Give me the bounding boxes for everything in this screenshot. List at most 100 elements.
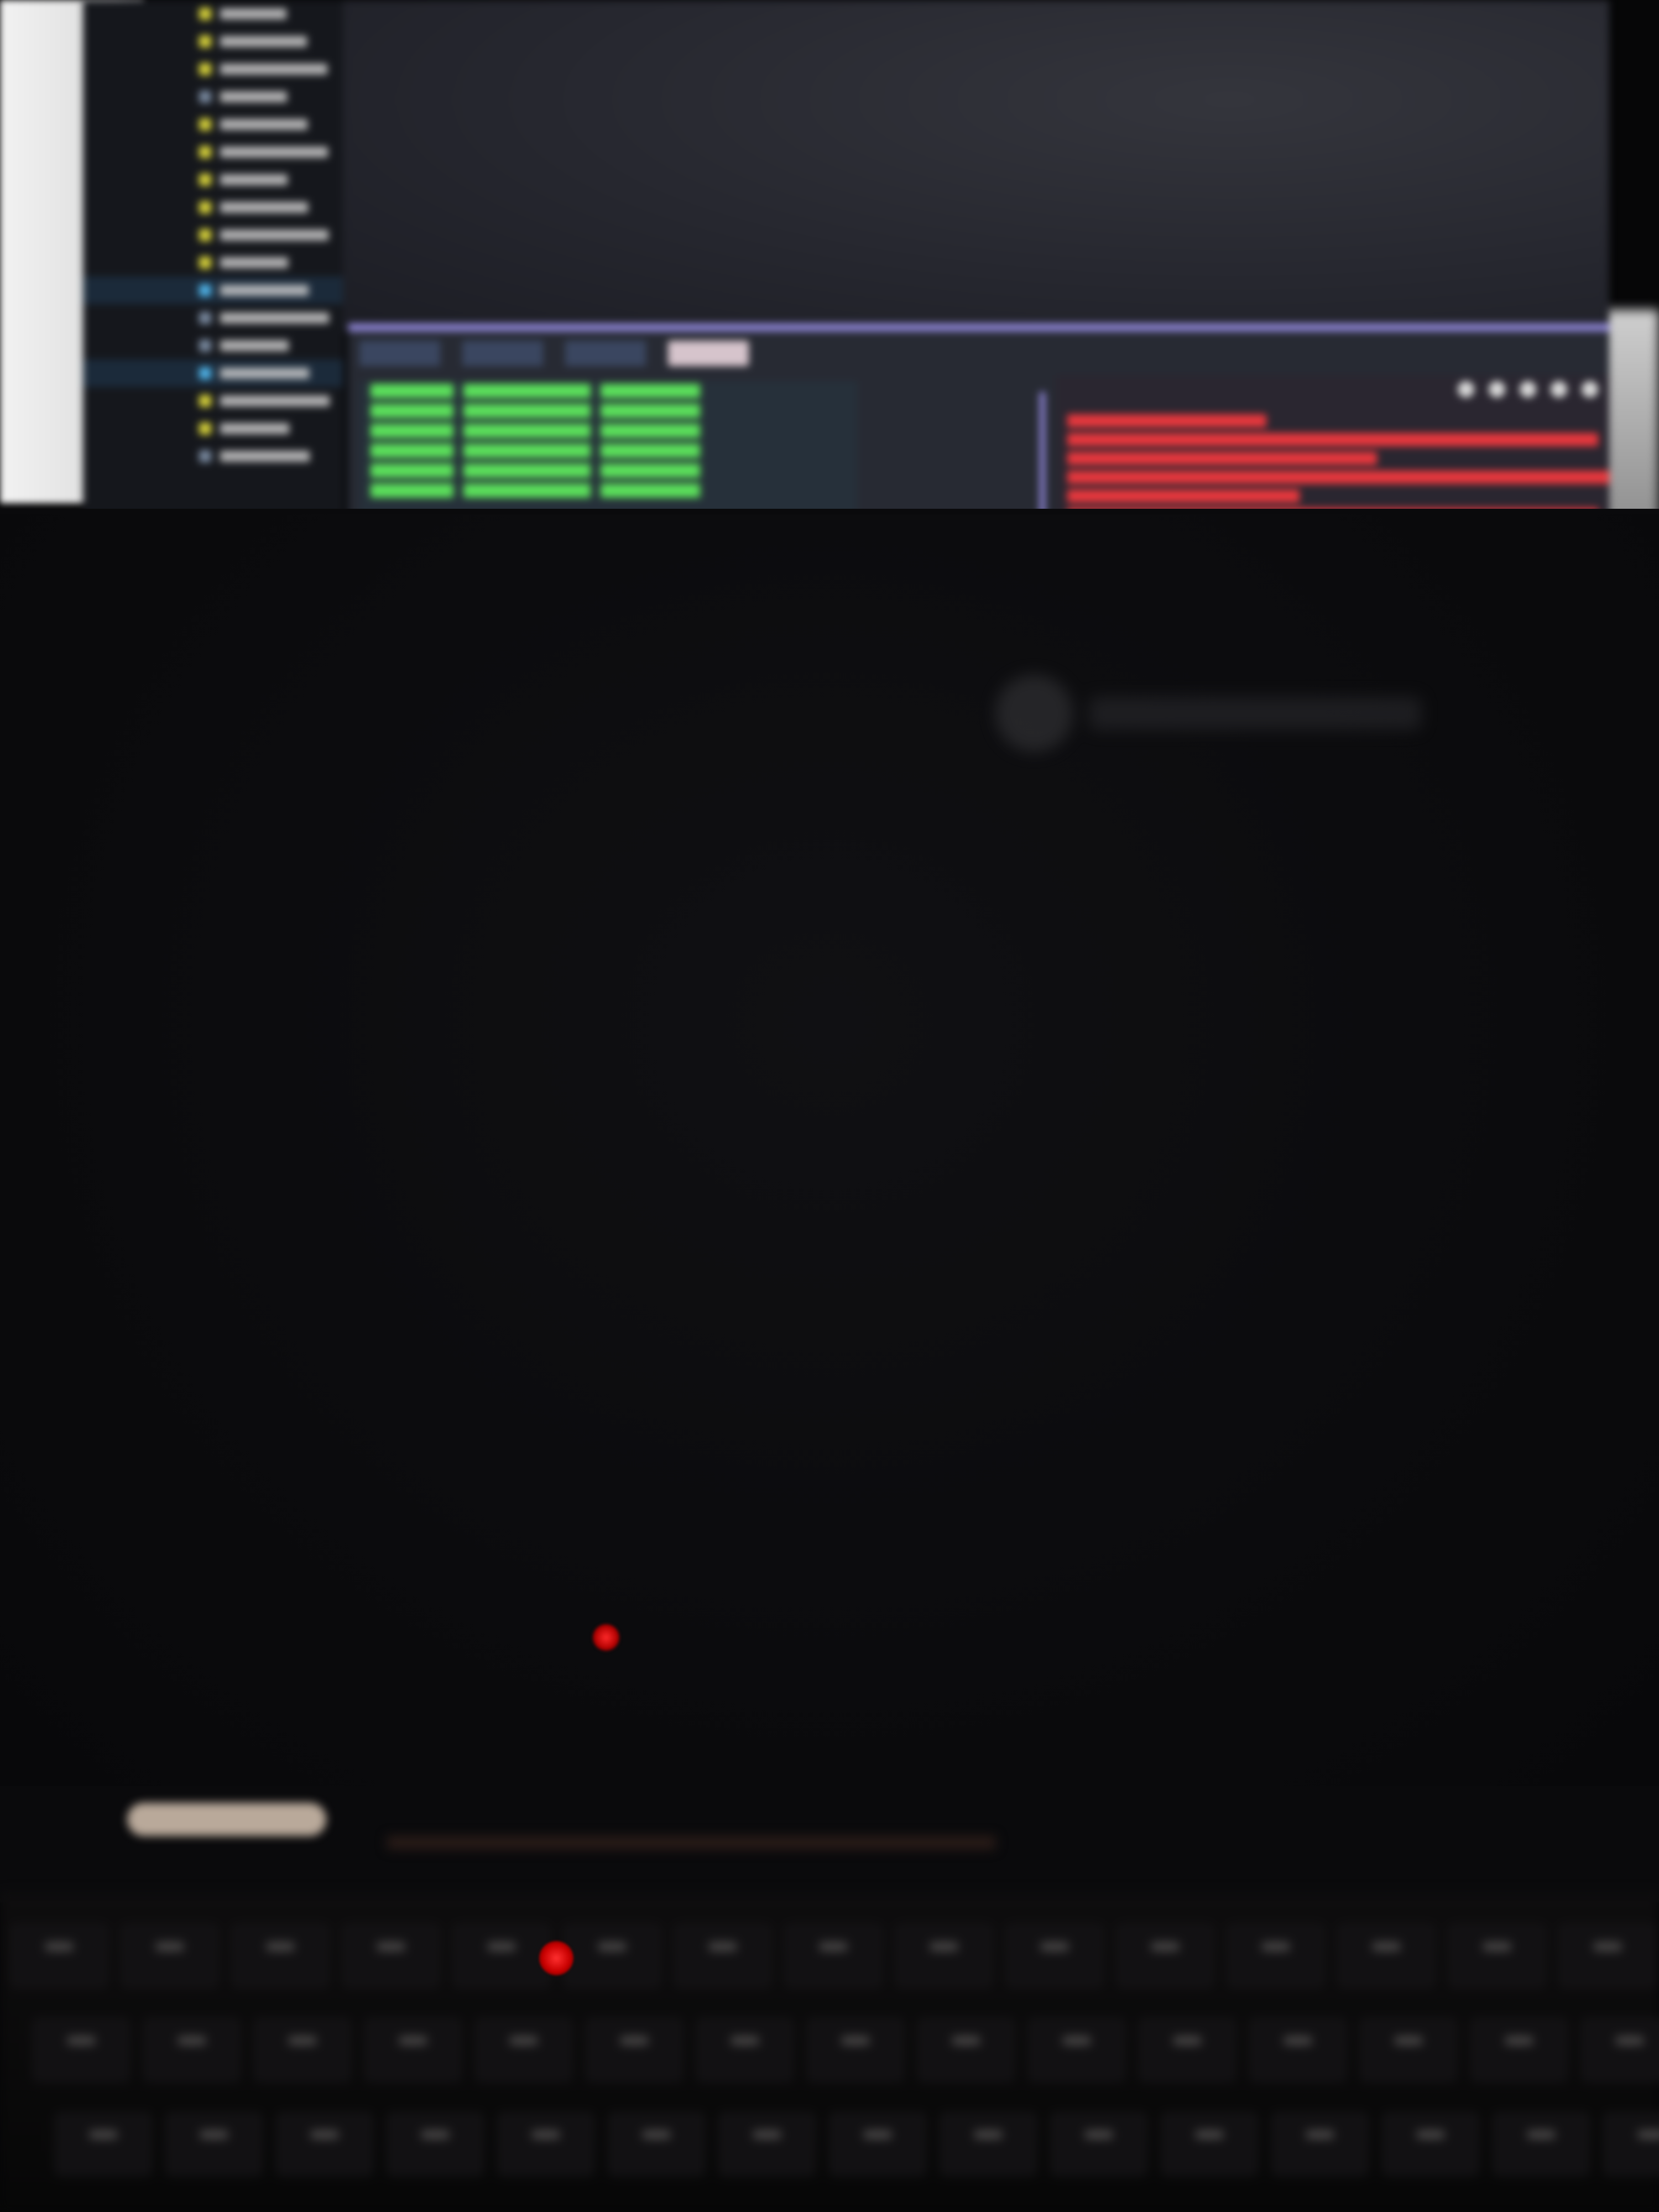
error-line [1067,414,1266,427]
keyboard-key[interactable] [1117,1924,1213,1987]
file-tree-item[interactable] [83,415,343,442]
keyboard-key[interactable] [1559,1924,1656,1987]
file-tree-item[interactable] [83,83,343,111]
keyboard-key[interactable] [785,1924,881,1987]
keyboard-key[interactable] [564,1924,660,1987]
key-legend [1151,1942,1179,1951]
keyboard-key[interactable] [1228,1924,1324,1987]
file-explorer-sidebar[interactable] [83,0,343,531]
keyboard-key[interactable] [11,1924,107,1987]
keyboard-key[interactable] [1338,1924,1434,1987]
file-tree-item[interactable] [83,166,343,194]
key-legend [864,2130,891,2139]
terminal-tab[interactable] [668,341,749,366]
terminal-tab[interactable] [565,341,646,366]
file-tree-item[interactable] [83,55,343,83]
keyboard-key[interactable] [1360,2018,1457,2081]
close-icon[interactable] [1582,381,1598,398]
keyboard-key[interactable] [1161,2112,1258,2176]
keyboard-key[interactable] [453,1924,550,1987]
file-tree-item[interactable] [83,194,343,221]
file-icon [199,450,211,462]
terminal-cell [463,463,591,478]
keyboard-key[interactable] [1493,2112,1589,2176]
terminal-cell [371,483,453,498]
terminal-icon[interactable] [1458,381,1474,398]
file-tree-item[interactable] [83,359,343,387]
keyboard-key[interactable] [719,2112,815,2176]
file-tree-item[interactable] [83,111,343,138]
file-tree-item-label [220,229,328,241]
key-legend [1527,2130,1555,2139]
keyboard-key[interactable] [807,2018,904,2081]
keyboard-key[interactable] [940,2112,1036,2176]
file-tree-item[interactable] [83,442,343,470]
keyboard-key[interactable] [1449,1924,1545,1987]
keyboard-key[interactable] [55,2112,152,2176]
keyboard-key[interactable] [1006,1924,1103,1987]
file-icon [199,284,211,296]
keyboard-key[interactable] [896,1924,992,1987]
file-tree-item[interactable] [83,249,343,276]
terminal-toolbar [1458,381,1598,398]
trackpoint-nub[interactable] [539,1941,573,1975]
keyboard-key[interactable] [1029,2018,1125,2081]
file-tree-item[interactable] [83,332,343,359]
keyboard-key[interactable] [166,2112,262,2176]
folder-icon [199,146,211,158]
split-icon[interactable] [1489,381,1505,398]
keyboard-key[interactable] [1471,2018,1567,2081]
terminal-tab[interactable] [462,341,543,366]
keyboard-key[interactable] [254,2018,351,2081]
keyboard-key[interactable] [276,2112,373,2176]
keyboard[interactable] [0,1891,1659,2212]
keyboard-key[interactable] [33,2018,129,2081]
keyboard-key[interactable] [144,2018,240,2081]
file-tree-item[interactable] [83,0,343,28]
keyboard-key[interactable] [1250,2018,1346,2081]
keyboard-key[interactable] [697,2018,793,2081]
file-tree-item[interactable] [83,138,343,166]
file-tree-item-label [220,202,308,213]
key-legend [267,1942,294,1951]
key-legend [289,2036,316,2045]
key-legend [532,2130,560,2139]
keyboard-key[interactable] [1272,2112,1368,2176]
file-tree-item-label [220,312,329,324]
key-legend [952,2036,980,2045]
folder-icon [199,257,211,269]
file-icon [199,312,211,324]
file-tree-item[interactable] [83,221,343,249]
key-legend [488,1942,515,1951]
file-tree-item[interactable] [83,304,343,332]
key-legend [1173,2036,1201,2045]
chevron-up-icon[interactable] [1551,381,1567,398]
trash-icon[interactable] [1520,381,1536,398]
keyboard-key[interactable] [675,1924,771,1987]
keyboard-key[interactable] [387,2112,483,2176]
keyboard-key[interactable] [1604,2112,1659,2176]
keyboard-key[interactable] [476,2018,572,2081]
file-tree-item[interactable] [83,28,343,55]
keyboard-key[interactable] [586,2018,682,2081]
file-icon [199,340,211,352]
keyboard-key[interactable] [918,2018,1014,2081]
file-tree-item-label [220,91,287,102]
file-tree-item[interactable] [83,387,343,415]
terminal-cell [463,404,591,418]
keyboard-key[interactable] [1051,2112,1147,2176]
keyboard-key[interactable] [365,2018,461,2081]
keyboard-key[interactable] [343,1924,439,1987]
terminal-tab[interactable] [359,341,440,366]
keyboard-key[interactable] [1383,2112,1479,2176]
keyboard-key[interactable] [122,1924,218,1987]
keyboard-key[interactable] [1139,2018,1235,2081]
keyboard-key[interactable] [608,2112,705,2176]
keyboard-key[interactable] [1582,2018,1659,2081]
logo-icon [995,675,1073,752]
keyboard-key[interactable] [232,1924,328,1987]
keyboard-key[interactable] [830,2112,926,2176]
keyboard-key[interactable] [498,2112,594,2176]
file-tree-item[interactable] [83,276,343,304]
folder-icon [199,229,211,241]
